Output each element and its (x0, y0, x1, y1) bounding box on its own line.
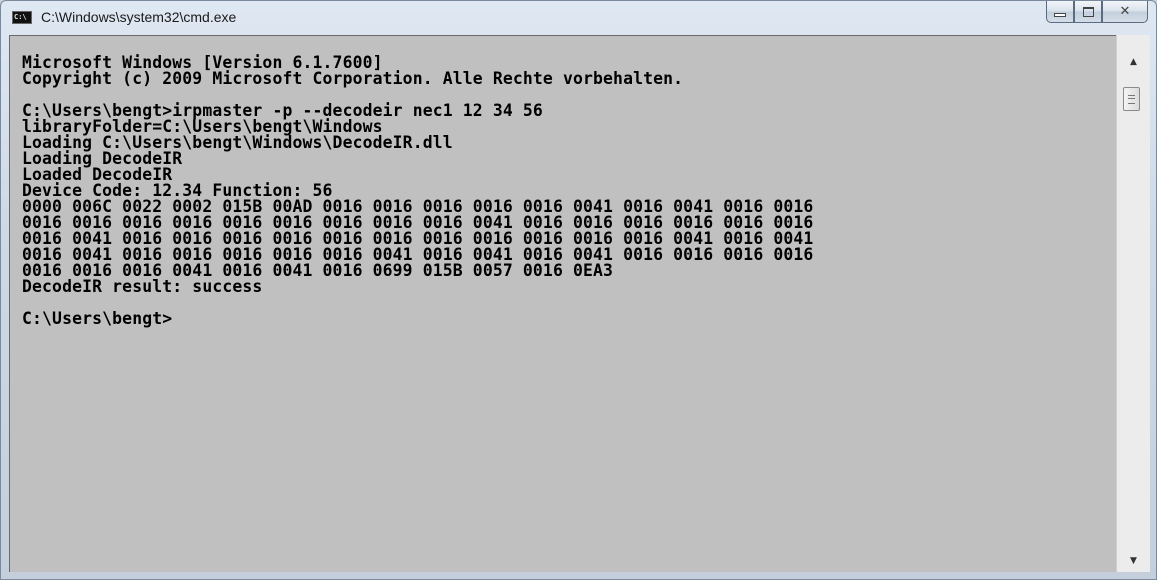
vertical-scrollbar[interactable]: ▲ ▼ (1116, 35, 1150, 572)
title-bar[interactable]: C:\ C:\Windows\system32\cmd.exe ✕ (1, 1, 1156, 35)
console-text: Microsoft Windows [Version 6.1.7600] Cop… (22, 54, 813, 328)
console-output-area[interactable]: Microsoft Windows [Version 6.1.7600] Cop… (9, 35, 1116, 572)
maximize-icon (1082, 6, 1094, 17)
maximize-button[interactable] (1074, 1, 1102, 23)
cmd-icon[interactable]: C:\ (12, 11, 32, 24)
close-icon: ✕ (1119, 4, 1131, 19)
scroll-down-icon[interactable]: ▼ (1117, 550, 1150, 572)
window-title: C:\Windows\system32\cmd.exe (41, 9, 237, 25)
minimize-button[interactable] (1046, 1, 1074, 23)
caption-buttons: ✕ (1046, 1, 1148, 23)
console-line: Copyright (c) 2009 Microsoft Corporation… (22, 69, 684, 88)
console-line: C:\Users\bengt> (22, 309, 173, 328)
scrollbar-thumb[interactable] (1123, 87, 1140, 111)
scroll-up-icon[interactable]: ▲ (1117, 51, 1150, 73)
cmd-window: C:\ C:\Windows\system32\cmd.exe ✕ Micros… (0, 0, 1157, 580)
close-button[interactable]: ✕ (1102, 1, 1148, 23)
grip-icon (1128, 94, 1135, 104)
console-line: DecodeIR result: success (22, 277, 263, 296)
minimize-icon (1054, 12, 1066, 17)
